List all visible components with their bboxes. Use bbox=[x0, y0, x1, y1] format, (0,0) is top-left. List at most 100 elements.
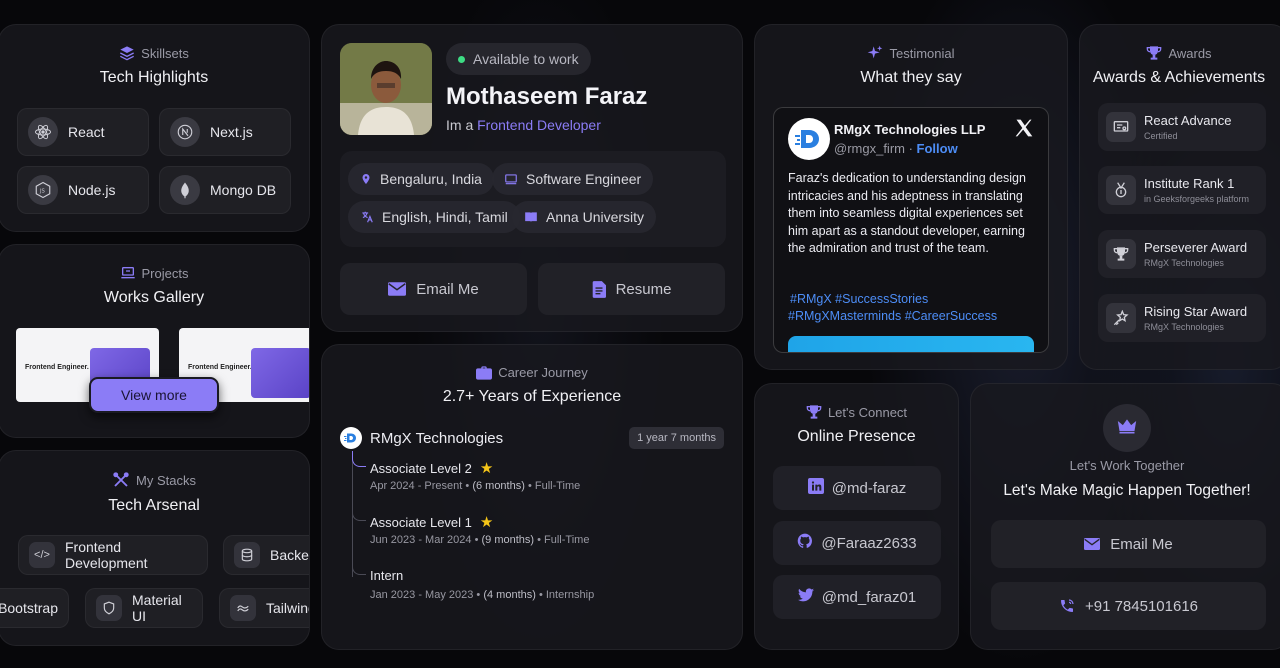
skillsets-card: Skillsets Tech Highlights React Next.js … bbox=[0, 24, 310, 232]
resume-button[interactable]: Resume bbox=[538, 263, 725, 315]
skill-label: Next.js bbox=[210, 124, 253, 140]
award-title: Perseverer Award bbox=[1144, 240, 1248, 255]
profile-tagline: Im a Frontend Developer bbox=[446, 117, 601, 133]
role-3-meta: Jan 2023 - May 2023 • (4 months) • Inter… bbox=[370, 589, 595, 601]
testimonial-card: Testimonial What they say RMgX Technolog… bbox=[754, 24, 1068, 370]
star-icon: ★ bbox=[479, 514, 494, 531]
skill-mongodb[interactable]: Mongo DB bbox=[159, 166, 291, 214]
tweet-hashtags-1[interactable]: #RMgX #SuccessStories bbox=[790, 292, 928, 306]
linkedin-link[interactable]: @md-faraz bbox=[773, 466, 941, 510]
skill-react[interactable]: React bbox=[17, 108, 149, 156]
duration-badge: 1 year 7 months bbox=[629, 427, 724, 449]
mail-icon bbox=[1084, 538, 1101, 550]
follow-link[interactable]: Follow bbox=[917, 141, 958, 156]
phone-number: +91 7845101616 bbox=[1084, 597, 1199, 615]
email-me-button[interactable]: Email Me bbox=[340, 263, 527, 315]
stacks-card: My Stacks Tech Arsenal </> Frontend Devel… bbox=[0, 450, 310, 646]
certificate-icon bbox=[1106, 112, 1136, 142]
role-title: Associate Level 2 bbox=[370, 460, 472, 476]
shooting-star-icon bbox=[1106, 303, 1136, 333]
tweet-hashtags-2[interactable]: #RMgXMasterminds #CareerSuccess bbox=[788, 309, 997, 323]
linkedin-handle: @md-faraz bbox=[831, 479, 907, 497]
thumb-illustration bbox=[251, 348, 309, 398]
stack-label: Backend bbox=[270, 547, 309, 563]
github-link[interactable]: @Faraaz2633 bbox=[773, 521, 941, 565]
stack-material-ui[interactable]: Material UI bbox=[85, 588, 203, 628]
role-type: Full-Time bbox=[534, 480, 581, 492]
timeline-curve-3 bbox=[352, 561, 366, 575]
nodejs-icon: JS bbox=[28, 175, 58, 205]
profile-card: Available to work Mothaseem Faraz Im a F… bbox=[321, 24, 743, 332]
skillsets-sub: Skillsets bbox=[141, 45, 189, 61]
monitor-icon bbox=[504, 172, 518, 186]
role-title: Associate Level 1 bbox=[370, 514, 472, 530]
role-title: Intern bbox=[370, 568, 404, 583]
stack-label: Tailwind bbox=[266, 600, 309, 616]
phone-button[interactable]: +91 7845101616 bbox=[991, 582, 1266, 630]
job-pill: Software Engineer bbox=[492, 163, 654, 195]
stack-tailwind[interactable]: Tailwind bbox=[219, 588, 309, 628]
medal-icon bbox=[1106, 175, 1136, 205]
tagline-prefix: Im a bbox=[446, 117, 474, 133]
career-title: 2.7+ Years of Experience bbox=[442, 388, 622, 405]
testimonial-title: What they say bbox=[860, 69, 962, 86]
projects-title: Works Gallery bbox=[103, 289, 205, 306]
tailwind-icon bbox=[230, 595, 256, 621]
award-sub: in Geeksforgeeks platform bbox=[1144, 194, 1250, 204]
mongodb-leaf-icon bbox=[170, 175, 200, 205]
linkedin-icon bbox=[807, 478, 824, 498]
avatar bbox=[340, 43, 432, 135]
role-1-meta: Apr 2024 - Present • (6 months) • Full-T… bbox=[370, 480, 581, 492]
timeline-curve-2 bbox=[352, 507, 366, 521]
career-card: Career Journey 2.7+ Years of Experience … bbox=[321, 344, 743, 650]
availability-badge: Available to work bbox=[446, 43, 591, 75]
thumb-text: Frontend Engineer. bbox=[25, 364, 89, 371]
briefcase-icon bbox=[476, 365, 493, 380]
layers-icon bbox=[119, 45, 135, 61]
timeline-curve-1 bbox=[352, 451, 366, 467]
crown-icon bbox=[1117, 418, 1137, 439]
connect-title: Online Presence bbox=[797, 428, 916, 445]
role-length: (6 months) bbox=[472, 480, 525, 492]
book-icon bbox=[524, 210, 538, 224]
stack-backend[interactable]: Backend bbox=[223, 535, 309, 575]
together-email-button[interactable]: Email Me bbox=[991, 520, 1266, 568]
skill-nextjs[interactable]: Next.js bbox=[159, 108, 291, 156]
resume-label: Resume bbox=[615, 280, 672, 298]
view-more-button[interactable]: View more bbox=[89, 377, 219, 413]
trophy-icon bbox=[1106, 239, 1136, 269]
together-email-label: Email Me bbox=[1110, 535, 1173, 553]
award-sub: Certified bbox=[1144, 131, 1178, 141]
role-1: Associate Level 2 ★ bbox=[370, 459, 493, 477]
tweet-media[interactable] bbox=[788, 336, 1034, 352]
role-type: Full-Time bbox=[544, 534, 590, 546]
twitter-handle: @md_faraz01 bbox=[821, 588, 917, 606]
stack-frontend-development[interactable]: </> Frontend Development bbox=[18, 535, 208, 575]
role-2: Associate Level 1 ★ bbox=[370, 513, 493, 531]
languages-text: English, Hindi, Tamil bbox=[382, 209, 508, 225]
role-dates: Apr 2024 - Present bbox=[370, 480, 463, 492]
projects-card: Projects Works Gallery Frontend Engineer… bbox=[0, 244, 310, 438]
awards-title: Awards & Achievements bbox=[1092, 69, 1266, 86]
star-icon: ★ bbox=[479, 460, 494, 477]
translate-icon bbox=[360, 210, 374, 224]
award-sub: RMgX Technologies bbox=[1144, 258, 1224, 268]
location-pin-icon bbox=[360, 172, 372, 186]
languages-pill: English, Hindi, Tamil bbox=[348, 201, 520, 233]
document-icon bbox=[592, 280, 606, 298]
connect-sub: Let's Connect bbox=[827, 404, 908, 420]
skill-nodejs[interactable]: JS Node.js bbox=[17, 166, 149, 214]
together-title: Let's Make Magic Happen Together! bbox=[1003, 482, 1251, 499]
stacks-title: Tech Arsenal bbox=[108, 497, 200, 514]
tweet-embed[interactable]: RMgX Technologies LLP @rmgx_firm · Follo… bbox=[773, 107, 1049, 353]
x-logo-icon[interactable] bbox=[1014, 118, 1034, 143]
stacks-sub: My Stacks bbox=[136, 472, 196, 488]
stack-bootstrap[interactable]: Bootstrap bbox=[0, 588, 69, 628]
company-name: RMgX Technologies bbox=[370, 430, 504, 447]
award-institute-rank: Institute Rank 1 in Geeksforgeeks platfor… bbox=[1098, 166, 1266, 214]
role-3: Intern bbox=[370, 568, 403, 583]
profile-name: Mothaseem Faraz bbox=[446, 83, 648, 110]
twitter-link[interactable]: @md_faraz01 bbox=[773, 575, 941, 619]
tweet-avatar bbox=[788, 118, 830, 160]
github-handle: @Faraaz2633 bbox=[821, 534, 917, 552]
